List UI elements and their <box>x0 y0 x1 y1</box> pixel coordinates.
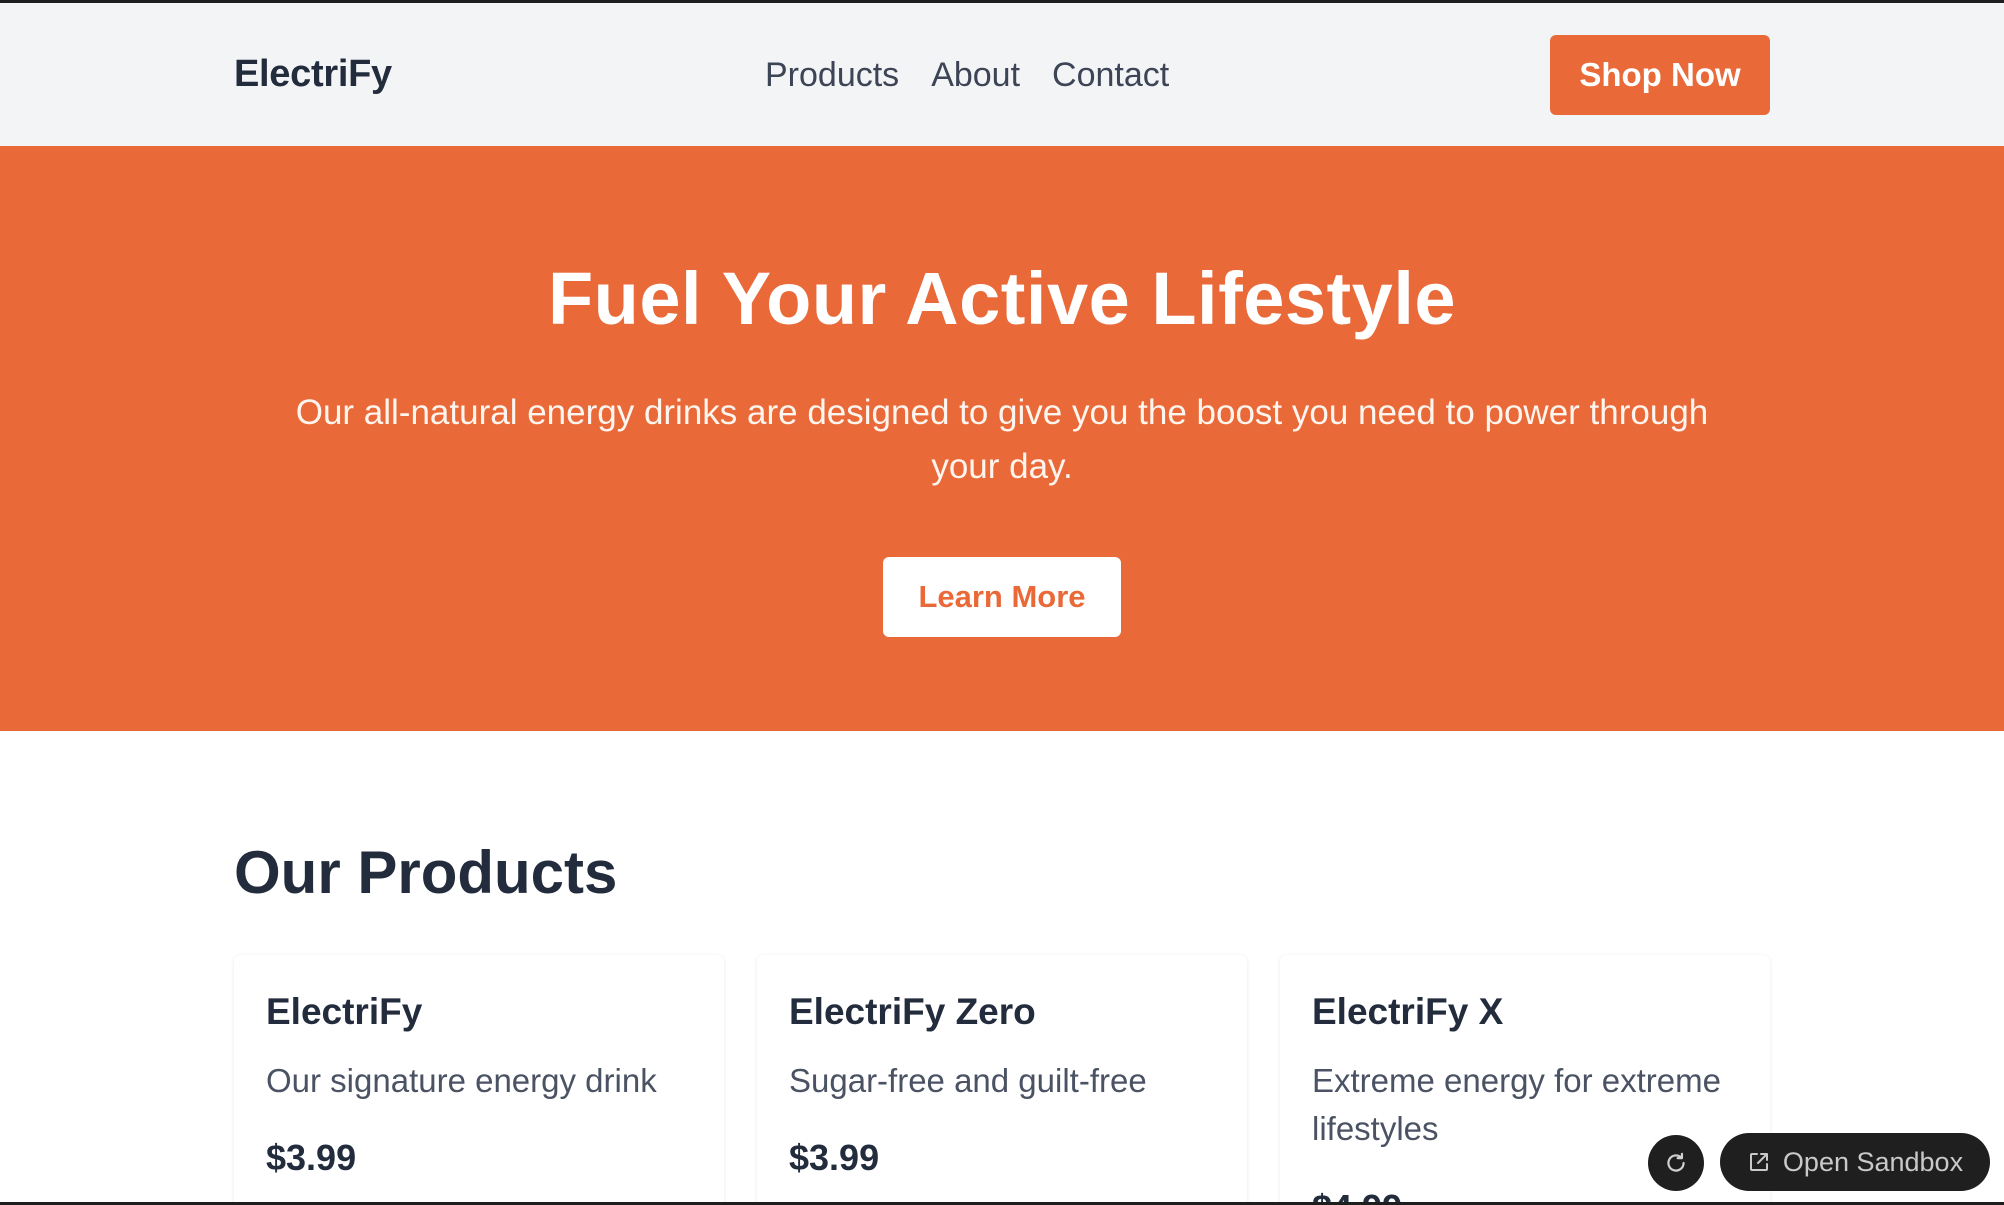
product-price: $4.99 <box>1312 1187 1402 1205</box>
open-sandbox-label: Open Sandbox <box>1782 1146 1964 1177</box>
refresh-button[interactable] <box>1648 1135 1704 1191</box>
refresh-icon <box>1667 1152 1685 1172</box>
product-name: ElectriFy <box>266 991 423 1032</box>
brand-logo[interactable]: ElectriFy <box>234 53 392 96</box>
products-heading: Our Products <box>234 839 618 906</box>
product-description: Our signature energy drink <box>266 1062 657 1099</box>
site-header: ElectriFy Products About Contact Shop No… <box>0 3 2004 146</box>
open-sandbox-button[interactable]: Open Sandbox <box>1720 1133 1990 1191</box>
hero-section: Fuel Your Active Lifestyle Our all-natur… <box>0 146 2004 731</box>
product-price: $3.99 <box>789 1137 880 1178</box>
shop-now-button[interactable]: Shop Now <box>1550 35 1770 115</box>
nav-link-about[interactable]: About <box>931 56 1020 95</box>
learn-more-button[interactable]: Learn More <box>883 557 1121 637</box>
hero-subtitle: Our all-natural energy drinks are design… <box>295 393 1709 486</box>
nav-link-contact[interactable]: Contact <box>1052 56 1169 95</box>
page: ElectriFy Products About Contact Shop No… <box>0 0 2004 1205</box>
main-nav: Products About Contact <box>765 56 1169 95</box>
product-name: ElectriFy X <box>1312 991 1504 1032</box>
product-price: $3.99 <box>266 1137 357 1178</box>
nav-link-products[interactable]: Products <box>765 56 899 95</box>
product-card[interactable]: ElectriFy Zero Sugar-free and guilt-free… <box>757 955 1247 1205</box>
external-link-icon <box>1749 1153 1768 1171</box>
product-name: ElectriFy Zero <box>789 991 1036 1032</box>
product-description: Sugar-free and guilt-free <box>789 1062 1147 1099</box>
product-card[interactable]: ElectriFy Our signature energy drink $3.… <box>234 955 724 1205</box>
hero-title: Fuel Your Active Lifestyle <box>547 257 1457 340</box>
